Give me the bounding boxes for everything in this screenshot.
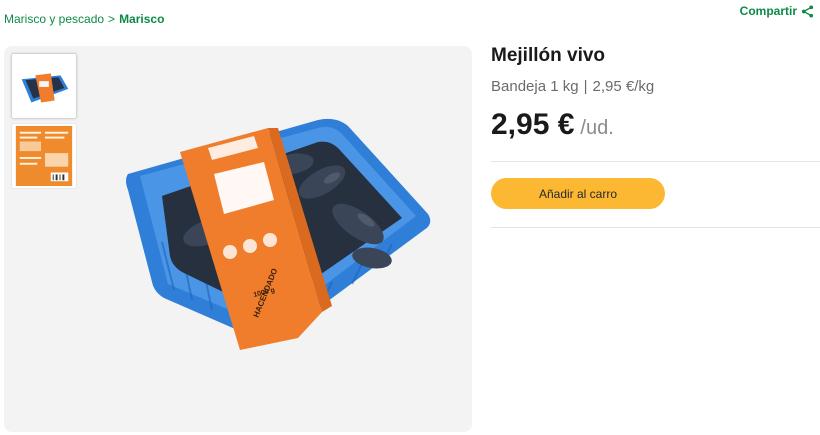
breadcrumb: Marisco y pescado > Marisco (4, 12, 164, 26)
price-block: 2,95 € /ud. (491, 108, 614, 142)
product-format: Bandeja 1 kg | 2,95 €/kg (491, 78, 654, 95)
package-size: Bandeja 1 kg (491, 78, 579, 95)
product-front-thumbnail[interactable] (11, 53, 77, 119)
divider (491, 227, 820, 228)
product-gallery: 1000 g HACENDADO (4, 46, 472, 432)
share-label: Compartir (739, 4, 797, 18)
share-icon (801, 4, 814, 18)
breadcrumb-current-link[interactable]: Marisco (119, 12, 164, 26)
product-price: 2,95 € (491, 108, 575, 141)
breadcrumb-separator: > (108, 12, 116, 26)
product-main-image: 1000 g HACENDADO (126, 118, 431, 350)
product-title: Mejillón vivo (491, 45, 606, 66)
price-unit: /ud. (580, 117, 614, 139)
breadcrumb-parent-link[interactable]: Marisco y pescado (4, 12, 104, 26)
product-label-thumbnail[interactable] (11, 123, 77, 189)
unit-price: 2,95 €/kg (592, 78, 655, 95)
format-separator: | (583, 78, 588, 95)
add-to-cart-button[interactable]: Añadir al carro (491, 178, 665, 209)
share-button[interactable]: Compartir (740, 4, 814, 18)
divider (491, 161, 820, 162)
